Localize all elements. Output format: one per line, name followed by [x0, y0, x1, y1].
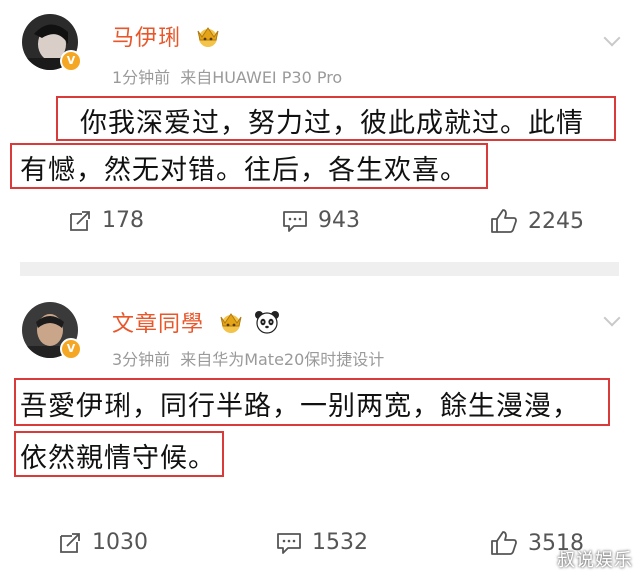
- watermark: 叔说娱乐: [557, 550, 633, 571]
- verified-badge: V: [60, 50, 82, 72]
- verified-badge: V: [60, 338, 82, 360]
- weibo-post-1: V 马伊琍 1分钟前 来自HUAWEI P30 Pro 你我深爱过，努力过，彼此成…: [0, 0, 639, 262]
- action-bar: 1030 1532 3518: [0, 530, 639, 570]
- like-count: 2245: [528, 208, 584, 234]
- author-name[interactable]: 马伊琍: [112, 20, 221, 53]
- like-icon: [491, 531, 517, 555]
- post-text-line-1: 你我深爱过，努力过，彼此成就过。此情: [80, 108, 584, 139]
- repost-icon: [60, 532, 80, 553]
- panda-emoji-icon: [254, 310, 280, 340]
- post-source[interactable]: 来自华为Mate20保时捷设计: [180, 350, 384, 369]
- chevron-down-icon[interactable]: [603, 309, 621, 327]
- comment-count: 943: [318, 208, 360, 233]
- like-icon: [491, 209, 517, 233]
- like-button[interactable]: 2245: [490, 208, 584, 234]
- comment-button[interactable]: 1532: [276, 530, 368, 555]
- repost-icon: [70, 210, 90, 231]
- avatar[interactable]: V: [22, 14, 82, 72]
- post-meta: 1分钟前 来自HUAWEI P30 Pro: [112, 64, 342, 88]
- action-bar: 178 943 2245: [0, 208, 639, 248]
- comment-icon: [277, 532, 301, 554]
- post-text-line-1: 吾愛伊琍，同行半路，一别两宽，餘生漫漫，: [20, 391, 580, 422]
- post-source[interactable]: 来自HUAWEI P30 Pro: [180, 68, 342, 87]
- post-divider: [20, 262, 619, 276]
- post-text-line-2: 有憾，然无对错。往后，各生欢喜。: [20, 155, 468, 186]
- author-name-text: 文章同學: [112, 312, 205, 337]
- comment-count: 1532: [312, 530, 368, 555]
- avatar[interactable]: V: [22, 302, 82, 360]
- crown-emoji-icon: [218, 311, 244, 339]
- author-name-text: 马伊琍: [112, 26, 182, 51]
- repost-count: 178: [102, 208, 144, 233]
- post-meta: 3分钟前 来自华为Mate20保时捷设计: [112, 346, 384, 370]
- repost-count: 1030: [92, 530, 148, 555]
- post-time: 1分钟前: [112, 68, 171, 87]
- author-name[interactable]: 文章同學: [112, 306, 280, 340]
- repost-button[interactable]: 1030: [58, 530, 148, 555]
- post-time: 3分钟前: [112, 350, 171, 369]
- crown-emoji-icon: [195, 25, 221, 53]
- comment-button[interactable]: 943: [282, 208, 360, 233]
- chevron-down-icon[interactable]: [603, 29, 621, 47]
- weibo-post-2: V 文章同學 3分钟前 来自华为Mate20保时捷设计 吾愛伊琍，同行半路，一别…: [0, 276, 639, 578]
- post-text-line-2: 依然親情守候。: [20, 443, 216, 474]
- repost-button[interactable]: 178: [68, 208, 144, 233]
- comment-icon: [283, 210, 307, 232]
